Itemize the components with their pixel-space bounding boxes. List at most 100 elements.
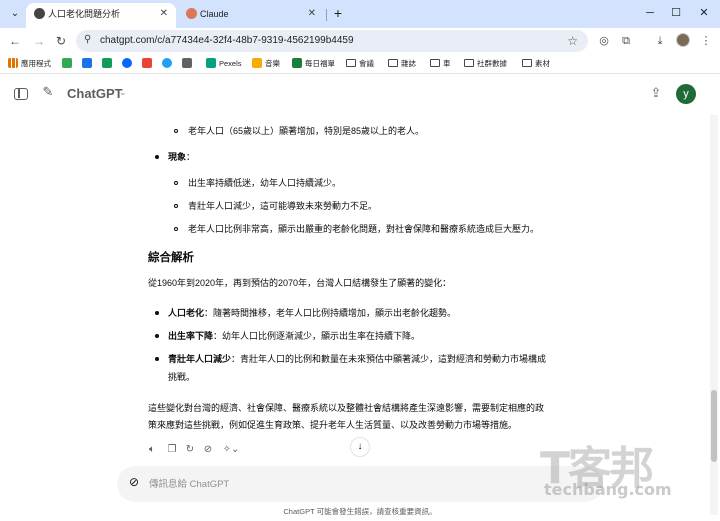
menu-kebab-icon[interactable]: ⋮: [698, 33, 714, 49]
bookmark-folder-magazine[interactable]: 雜誌: [388, 57, 416, 71]
bookmark-star-icon[interactable]: ☆: [567, 30, 578, 52]
tab-close-icon[interactable]: ✕: [308, 3, 316, 25]
lens-icon[interactable]: ◎: [596, 33, 612, 49]
sidebar-toggle-icon[interactable]: [14, 88, 28, 100]
message-input[interactable]: [149, 476, 569, 492]
list-item-continued: 挑戰。: [168, 372, 196, 382]
regenerate-icon[interactable]: ↻: [184, 444, 196, 456]
disclaimer-text: ChatGPT 可能會發生錯誤，請查核重要資訊。: [283, 507, 437, 516]
read-aloud-icon[interactable]: 🔈︎: [146, 444, 158, 456]
paragraph: 策來應對這些挑戰，例如促進生育政策、提升老年人生活質量、以及改善勞動力市場等措施…: [148, 420, 518, 430]
folder-icon: [464, 59, 474, 67]
new-chat-icon[interactable]: ✎: [40, 84, 56, 100]
bookmark-music[interactable]: 音樂: [252, 57, 280, 71]
list-bullet: [174, 129, 178, 133]
forward-arrow-icon[interactable]: →: [30, 32, 48, 50]
tab-title: 人口老化問題分析: [48, 9, 121, 19]
browser-tab-strip: ⌄ 人口老化問題分析 ✕ Claude ✕ + ─ ☐ ✕: [0, 0, 720, 28]
bookmark-pexels[interactable]: Pexels: [206, 57, 242, 71]
pexels-icon: [206, 58, 216, 68]
list-bullet: [155, 357, 159, 361]
apps-grid-icon: [8, 58, 18, 68]
chatgpt-favicon-icon: [34, 8, 45, 19]
app-header: ✎ ChatGPT ⌄ ⇪ y: [0, 75, 720, 115]
list-item: 人口老化：隨著時間推移，老年人口比例持續增加，顯示出老齡化趨勢。: [168, 308, 457, 318]
back-arrow-icon[interactable]: ←: [6, 32, 24, 50]
tab-search-button[interactable]: ⌄: [6, 6, 24, 22]
paragraph: 從1960年到2020年，再到預估的2070年，台灣人口結構發生了顯著的變化：: [148, 278, 452, 288]
share-icon[interactable]: ⇪: [648, 85, 664, 101]
watermark-domain: techbang.com: [544, 480, 672, 499]
tab-title: Claude: [200, 9, 229, 19]
bookmarks-bar: 應用程式 Pexels 音樂 每日福單 會議 雜誌 車 社群數據 素材: [0, 54, 720, 74]
extensions-icon[interactable]: ⧉: [618, 33, 634, 49]
music-icon: [252, 58, 262, 68]
address-bar[interactable]: ⚲ chatgpt.com/c/a77434e4-32f4-48b7-9319-…: [76, 30, 588, 52]
url-text: chatgpt.com/c/a77434e4-32f4-48b7-9319-45…: [100, 35, 354, 46]
site-info-icon[interactable]: ⚲: [84, 34, 91, 45]
folder-icon: [346, 59, 356, 67]
tab-active[interactable]: 人口老化問題分析 ✕: [26, 3, 176, 28]
assistant-response: 老年人口（65歲以上）顯著增加，特別是85歲以上的老人。 現象： 出生率持續低迷…: [0, 115, 708, 460]
attach-paperclip-icon[interactable]: ⊘: [129, 475, 139, 489]
calendar-icon: [82, 58, 92, 68]
tab-close-icon[interactable]: ✕: [160, 3, 168, 25]
chart-icon: [182, 58, 192, 68]
folder-icon: [430, 59, 440, 67]
reload-icon[interactable]: ↻: [52, 32, 70, 50]
chevron-down-icon[interactable]: ⌄: [119, 87, 127, 98]
new-tab-button[interactable]: +: [330, 4, 346, 22]
folder-icon: [522, 59, 532, 67]
minimize-icon[interactable]: ─: [638, 3, 662, 23]
bookmark-daily[interactable]: 每日福單: [292, 57, 335, 71]
maximize-icon[interactable]: ☐: [664, 3, 688, 23]
user-avatar[interactable]: y: [676, 84, 696, 104]
bookmark-folder-meetings[interactable]: 會議: [346, 57, 374, 71]
list-item: 老年人口（65歲以上）顯著增加，特別是85歲以上的老人。: [188, 126, 425, 136]
section-heading: 綜合解析: [148, 252, 194, 264]
bookmark-icon-6[interactable]: [162, 57, 175, 71]
close-window-icon[interactable]: ✕: [692, 3, 716, 23]
sheet-icon: [102, 58, 112, 68]
bookmark-icon-2[interactable]: [82, 57, 95, 71]
list-item: 現象：: [168, 152, 196, 162]
list-bullet: [174, 204, 178, 208]
meta-icon: [122, 58, 132, 68]
trend-icon: [142, 58, 152, 68]
plus-square-icon: [292, 58, 302, 68]
bookmark-icon-4[interactable]: [122, 57, 135, 71]
model-switch-icon[interactable]: ✧⌄: [222, 444, 240, 456]
circle-s-icon: [162, 58, 172, 68]
list-bullet: [174, 181, 178, 185]
leaf-icon: [62, 58, 72, 68]
bookmark-icon-1[interactable]: [62, 57, 75, 71]
list-item: 出生率持續低迷，幼年人口持續減少。: [188, 178, 342, 188]
list-bullet: [155, 311, 159, 315]
list-bullet: [155, 334, 159, 338]
list-item: 出生率下降：幼年人口比例逐漸減少，顯示出生率在持續下降。: [168, 331, 421, 341]
bookmark-folder-assets[interactable]: 素材: [522, 57, 550, 71]
tab-inactive[interactable]: Claude ✕: [178, 3, 324, 28]
claude-favicon-icon: [186, 8, 197, 19]
bookmark-folder-car[interactable]: 車: [430, 57, 451, 71]
download-icon[interactable]: ⤓: [652, 33, 668, 49]
list-item: 老年人口比例非常高，顯示出嚴重的老齡化問題，對社會保障和醫療系統造成巨大壓力。: [188, 224, 540, 234]
scroll-down-arrow-icon[interactable]: ↓: [350, 437, 370, 457]
bookmark-apps[interactable]: 應用程式: [8, 57, 51, 71]
paragraph: 這些變化對台灣的經濟、社會保障、醫療系統以及整體社會結構將產生深遠影響，需要制定…: [148, 403, 545, 413]
browser-profile-avatar[interactable]: [676, 33, 690, 47]
bookmark-folder-social[interactable]: 社群數據: [464, 57, 507, 71]
copy-icon[interactable]: ❐: [166, 444, 178, 456]
browser-toolbar: ← → ↻ ⚲ chatgpt.com/c/a77434e4-32f4-48b7…: [0, 28, 720, 54]
folder-icon: [388, 59, 398, 67]
tab-divider: [326, 9, 327, 21]
bookmark-icon-5[interactable]: [142, 57, 155, 71]
list-item: 青壯年人口減少，這可能導致未來勞動力不足。: [188, 201, 378, 211]
list-item: 青壯年人口減少：青壯年人口的比例和數量在未來預估中顯著減少，這對經濟和勞動力市場…: [168, 354, 547, 364]
thumbs-down-icon[interactable]: ⊘: [202, 444, 214, 456]
list-bullet: [155, 155, 159, 159]
techbang-watermark-logo: T客邦 techbang.com: [540, 432, 712, 502]
bookmark-icon-7[interactable]: [182, 57, 195, 71]
model-selector[interactable]: ChatGPT: [67, 86, 123, 101]
bookmark-icon-3[interactable]: [102, 57, 115, 71]
